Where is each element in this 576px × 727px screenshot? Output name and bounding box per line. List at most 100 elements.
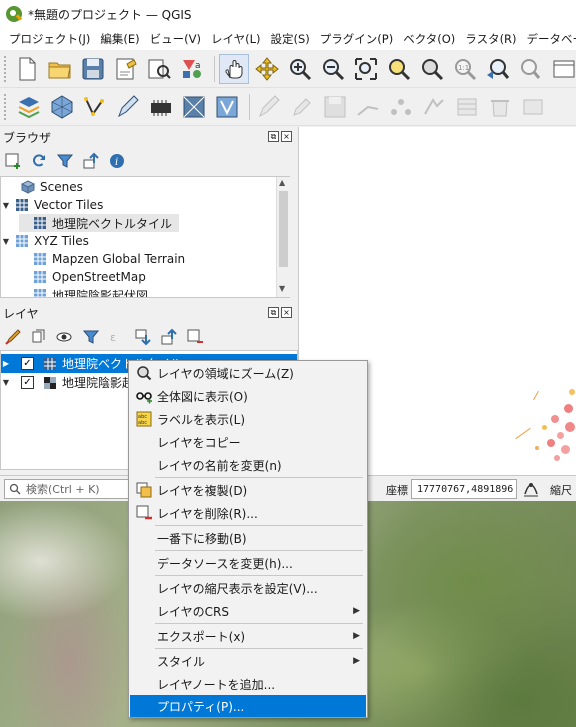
virtual-layer-icon[interactable] <box>179 92 209 122</box>
close-panel-icon[interactable]: × <box>281 131 292 142</box>
tree-item-vector-tiles[interactable]: ▼ Vector Tiles <box>1 196 103 214</box>
new-vector-layer-icon[interactable] <box>80 92 110 122</box>
delete-selected-icon[interactable] <box>485 92 515 122</box>
menu-export[interactable]: エクスポート(x) ▶ <box>130 625 366 647</box>
zoom-next-icon[interactable] <box>516 54 546 84</box>
new-map-view-icon[interactable] <box>549 54 576 84</box>
zoom-full-icon[interactable] <box>351 54 381 84</box>
browser-scrollbar[interactable]: ▲ ▼ <box>276 177 290 297</box>
attribute-table-icon[interactable] <box>452 92 482 122</box>
collapse-all-layers-icon[interactable] <box>160 328 178 346</box>
menu-copy-layer[interactable]: レイヤをコピー <box>130 431 366 453</box>
edit-pencil-icon[interactable] <box>287 92 317 122</box>
tree-item-mapzen[interactable]: Mapzen Global Terrain <box>19 250 185 268</box>
new-print-layout-icon[interactable] <box>111 54 141 84</box>
zoom-native-icon[interactable]: 1:1 <box>450 54 480 84</box>
filter-legend-icon[interactable] <box>82 328 100 346</box>
browser-tree[interactable]: Scenes ▼ Vector Tiles 地理院ベクトルタイル ▼ XYZ T… <box>0 176 290 298</box>
xyz-tiles-icon <box>15 234 29 248</box>
new-project-icon[interactable] <box>12 54 42 84</box>
tree-item-openstreetmap[interactable]: OpenStreetMap <box>19 268 146 286</box>
digitize-icon[interactable] <box>113 92 143 122</box>
temporary-layer-icon[interactable] <box>146 92 176 122</box>
menu-layer-crs[interactable]: レイヤのCRS ▶ <box>130 600 366 622</box>
tree-item-xyz-tiles[interactable]: ▼ XYZ Tiles <box>1 232 89 250</box>
menu-move-to-bottom[interactable]: 一番下に移動(B) <box>130 527 366 549</box>
scrollbar-thumb[interactable] <box>279 191 288 267</box>
labels-icon: abcabc <box>136 411 152 427</box>
toggle-editing-icon[interactable] <box>254 92 284 122</box>
expand-arrow-icon[interactable]: ▶ <box>1 359 11 368</box>
coordinate-field[interactable]: 17770767,4891896 <box>411 479 517 499</box>
close-panel-icon[interactable]: × <box>281 307 292 318</box>
menu-properties[interactable]: プロパティ(P)... <box>130 695 366 717</box>
undock-panel-icon[interactable]: ⧉ <box>268 131 279 142</box>
expand-arrow-icon[interactable]: ▼ <box>1 237 11 246</box>
cut-features-icon[interactable] <box>518 92 548 122</box>
undock-panel-icon[interactable]: ⧉ <box>268 307 279 318</box>
virtual-layer-alt-icon[interactable] <box>212 92 242 122</box>
layer-visibility-checkbox[interactable]: ✓ <box>21 376 34 389</box>
save-edits-icon[interactable] <box>320 92 350 122</box>
locator-search-input[interactable]: 検索(Ctrl + K) <box>4 479 134 499</box>
open-project-icon[interactable] <box>45 54 75 84</box>
menu-set-layer-scale-visibility[interactable]: レイヤの縮尺表示を設定(V)... <box>130 577 366 599</box>
remove-layer-icon[interactable] <box>186 328 204 346</box>
menu-project[interactable]: プロジェクト(J) <box>4 31 95 47</box>
add-group-icon[interactable] <box>30 328 48 346</box>
scroll-down-icon[interactable]: ▼ <box>279 284 285 293</box>
new-geopackage-icon[interactable] <box>47 92 77 122</box>
layout-manager-icon[interactable] <box>144 54 174 84</box>
add-selected-layers-icon[interactable] <box>4 152 22 170</box>
zoom-in-icon[interactable] <box>285 54 315 84</box>
menu-zoom-to-layer[interactable]: レイヤの領域にズーム(Z) <box>130 362 366 384</box>
layer-visibility-checkbox[interactable]: ✓ <box>21 357 34 370</box>
menu-add-layer-notes[interactable]: レイヤノートを追加... <box>130 673 366 695</box>
menu-show-labels[interactable]: abc abc ラベルを表示(L) <box>130 408 366 430</box>
expand-all-icon[interactable] <box>134 328 152 346</box>
menu-edit[interactable]: 編集(E) <box>95 31 144 47</box>
menu-view[interactable]: ビュー(V) <box>145 31 206 47</box>
add-feature-icon[interactable] <box>353 92 383 122</box>
menu-styles[interactable]: スタイル ▶ <box>130 650 366 672</box>
zoom-to-layer-icon[interactable] <box>417 54 447 84</box>
menu-layer[interactable]: レイヤ(L) <box>206 31 266 47</box>
style-manager-icon[interactable]: a <box>177 54 207 84</box>
collapse-all-icon[interactable] <box>82 152 100 170</box>
tree-item-scenes[interactable]: Scenes <box>7 178 83 196</box>
filter-by-expression-icon[interactable]: ε <box>108 328 126 346</box>
vector-tile-layer-icon <box>33 216 47 230</box>
pan-to-selection-icon[interactable] <box>252 54 282 84</box>
menu-plugins[interactable]: プラグイン(P) <box>315 31 398 47</box>
refresh-icon[interactable] <box>30 152 48 170</box>
menu-raster[interactable]: ラスタ(R) <box>460 31 521 47</box>
filter-icon[interactable] <box>56 152 74 170</box>
vertex-tool-icon[interactable] <box>386 92 416 122</box>
zoom-last-icon[interactable] <box>483 54 513 84</box>
layer-styling-icon[interactable] <box>4 328 22 346</box>
toggle-extents-icon[interactable] <box>522 480 540 498</box>
scroll-up-icon[interactable]: ▲ <box>279 178 285 187</box>
menu-show-in-overview[interactable]: 全体図に表示(O) <box>130 385 366 407</box>
info-icon[interactable]: i <box>108 152 126 170</box>
tree-item-gsi-hillshade[interactable]: 地理院陰影起伏図 <box>19 286 148 297</box>
menu-settings[interactable]: 設定(S) <box>266 31 315 47</box>
toolbar-grip[interactable] <box>4 55 6 82</box>
menu-duplicate-layer[interactable]: レイヤを複製(D) <box>130 479 366 501</box>
menu-remove-layer[interactable]: レイヤを削除(R)... <box>130 502 366 524</box>
pan-map-icon[interactable] <box>219 53 249 84</box>
data-source-manager-icon[interactable] <box>14 92 44 122</box>
modify-attributes-icon[interactable] <box>419 92 449 122</box>
expand-arrow-icon[interactable]: ▼ <box>1 378 11 387</box>
menu-rename-layer[interactable]: レイヤの名前を変更(n) <box>130 454 366 476</box>
save-project-icon[interactable] <box>78 54 108 84</box>
menu-change-data-source[interactable]: データソースを変更(h)... <box>130 552 366 574</box>
expand-arrow-icon[interactable]: ▼ <box>1 201 11 210</box>
zoom-out-icon[interactable] <box>318 54 348 84</box>
tree-item-gsi-vector-tile[interactable]: 地理院ベクトルタイル <box>19 214 179 232</box>
menu-vector[interactable]: ベクタ(O) <box>398 31 460 47</box>
manage-map-themes-icon[interactable] <box>56 328 74 346</box>
menu-database[interactable]: データベース(D) <box>522 31 576 47</box>
zoom-to-selection-icon[interactable] <box>384 54 414 84</box>
toolbar-grip-2[interactable] <box>4 93 8 120</box>
